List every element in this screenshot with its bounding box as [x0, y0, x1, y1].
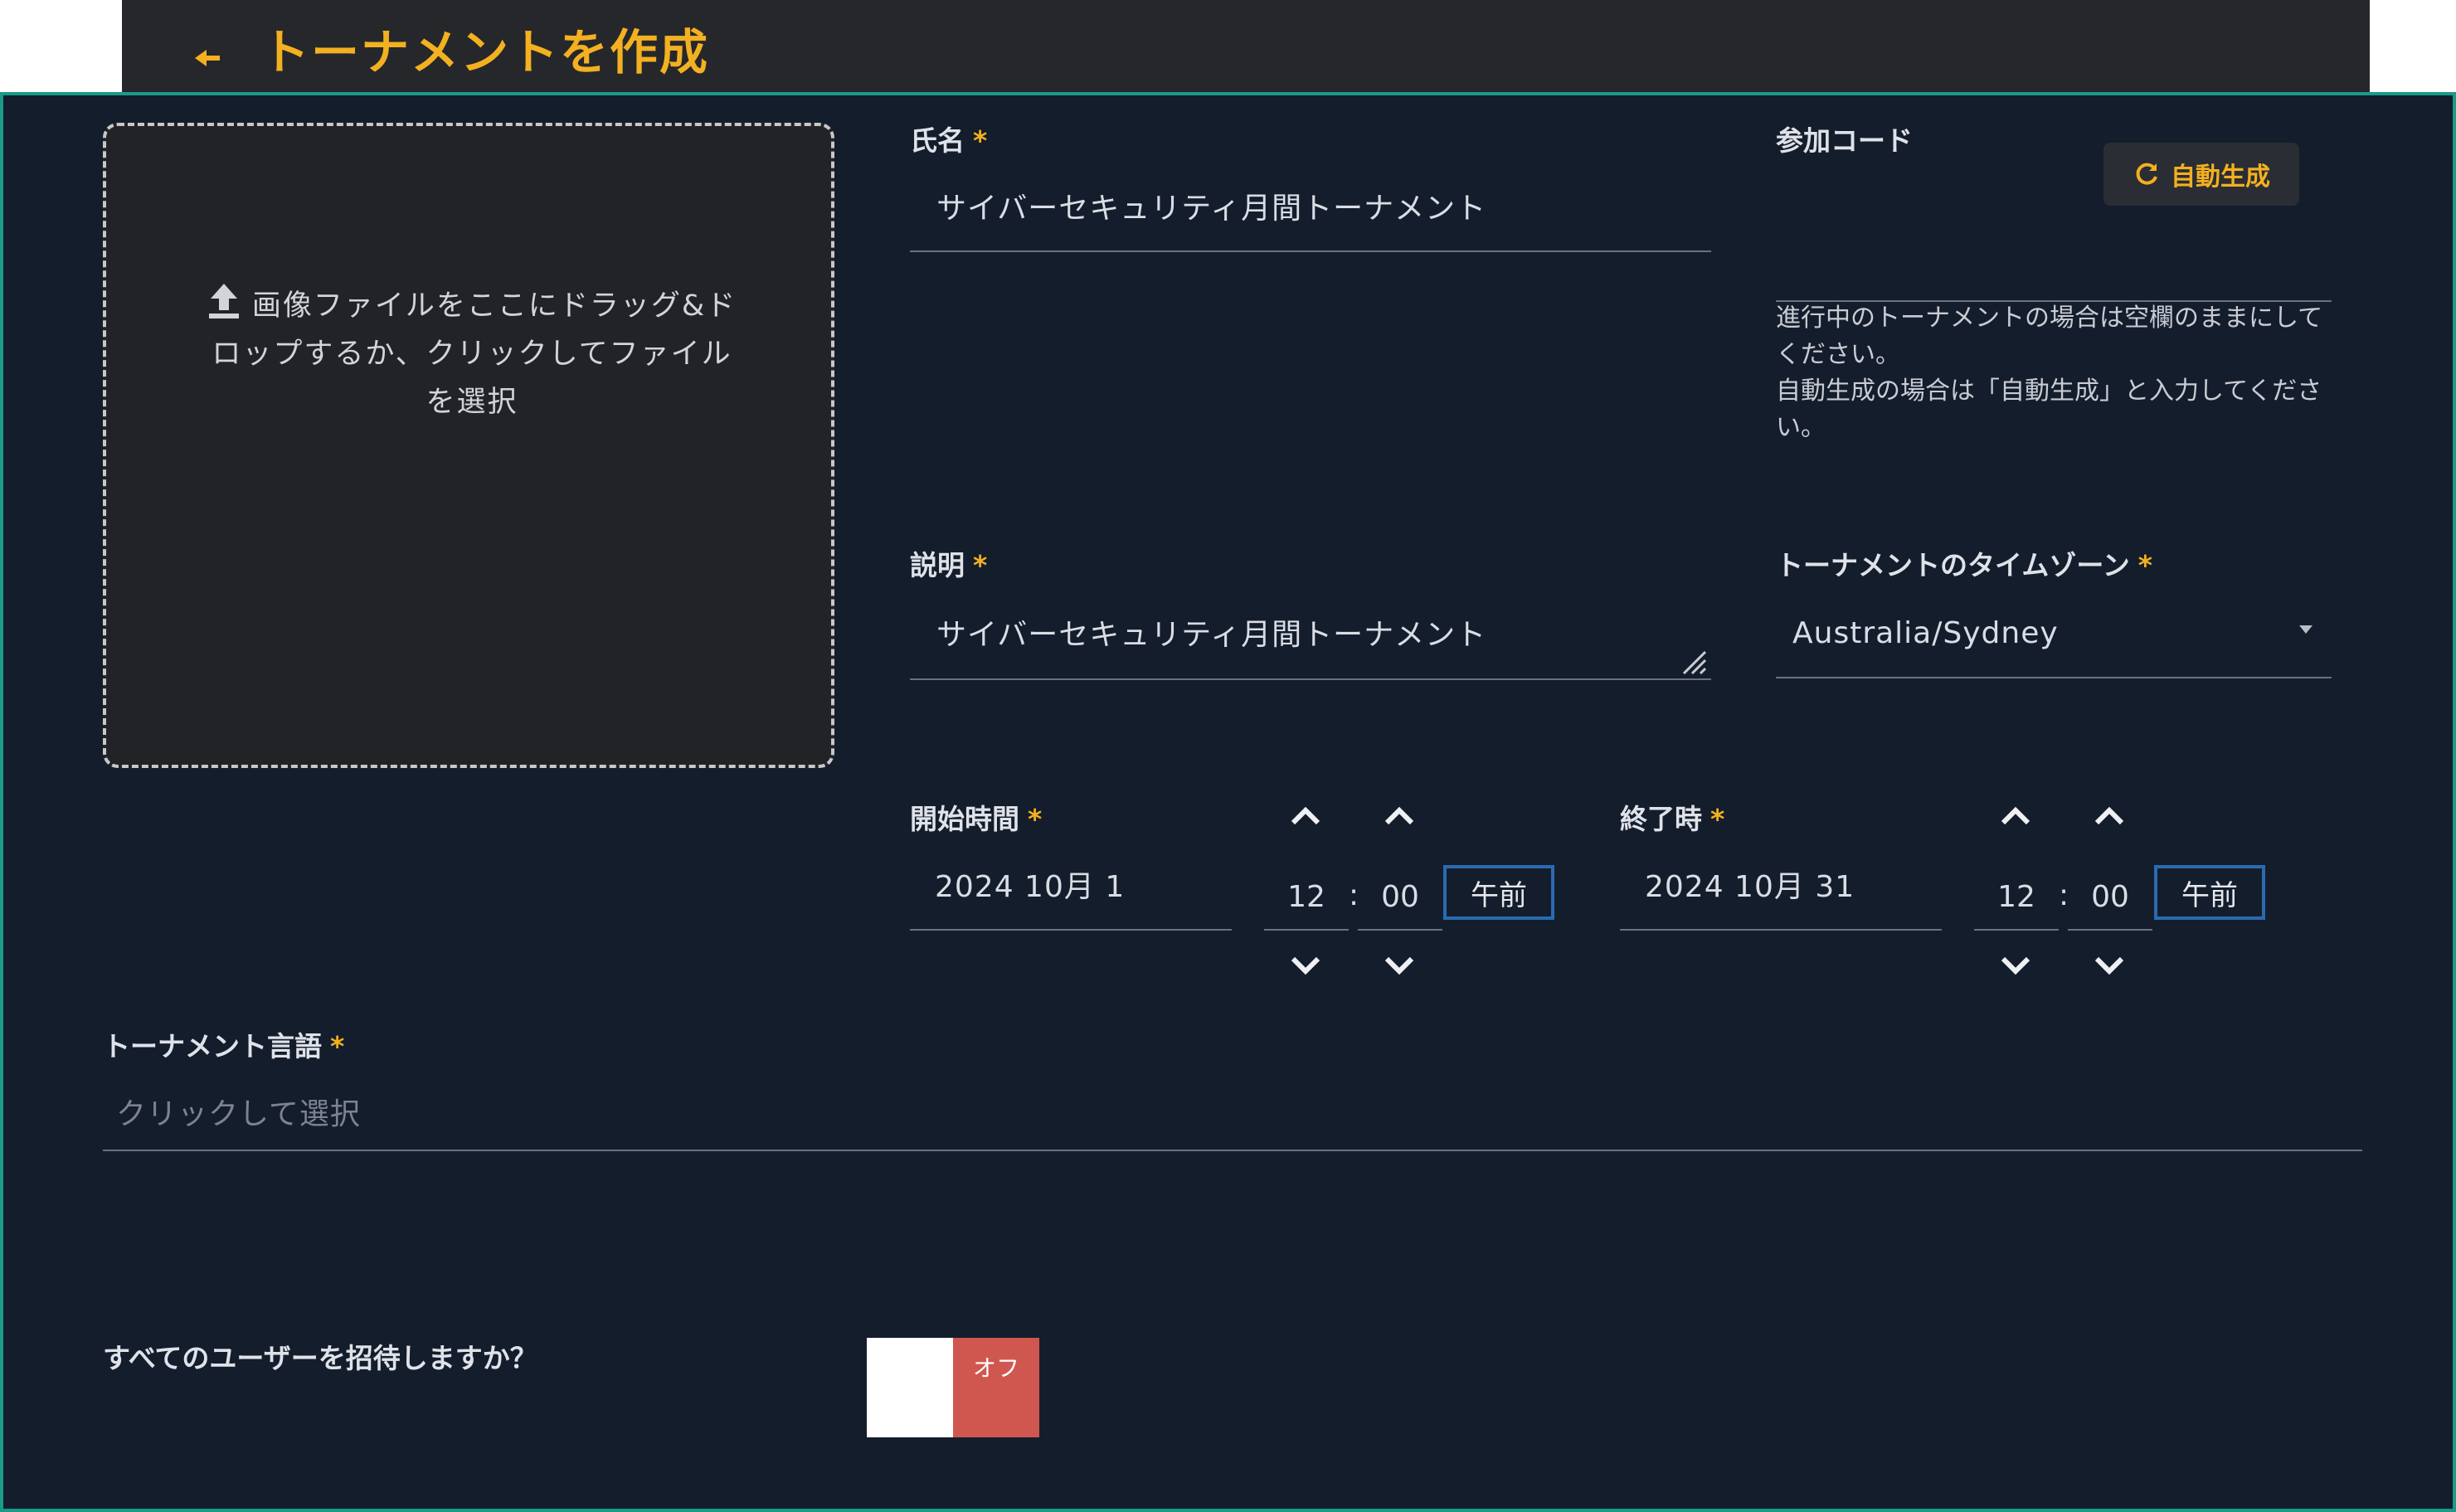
- end-label-text: 終了時: [1620, 803, 1702, 835]
- toggle-off-label: オフ: [953, 1338, 1039, 1437]
- required-mark: *: [2137, 549, 2152, 581]
- start-minute-down-icon[interactable]: [1379, 950, 1420, 980]
- image-dropzone[interactable]: 画像ファイルをここにドラッグ&ドロップするか、クリックしてファイルを選択: [103, 123, 834, 768]
- join-code-hint-line2: 自動生成の場合は「自動生成」と入力してください。: [1776, 377, 2322, 442]
- description-label-text: 説明: [910, 549, 965, 581]
- invite-label: すべてのユーザーを招待しますか？: [103, 1342, 537, 1374]
- end-label: 終了時 *: [1620, 803, 1724, 836]
- end-minute-down-icon[interactable]: [2089, 950, 2130, 980]
- end-hour-up-icon[interactable]: [1995, 801, 2036, 831]
- start-hour-value: 12: [1287, 880, 1325, 914]
- start-minute-up-icon[interactable]: [1379, 801, 1420, 831]
- language-placeholder: クリックして選択: [116, 1097, 361, 1131]
- start-ampm-toggle[interactable]: 午前: [1443, 865, 1554, 920]
- start-label: 開始時間 *: [910, 803, 1042, 836]
- toggle-knob: [867, 1338, 953, 1437]
- start-minute-field[interactable]: 00: [1358, 863, 1442, 931]
- dropzone-text-wrap: 画像ファイルをここにドラッグ&ドロップするか、クリックしてファイルを選択: [206, 282, 738, 426]
- start-date-value: 2024 10月 1: [935, 870, 1126, 904]
- end-date-field[interactable]: 2024 10月 31: [1620, 846, 1942, 931]
- required-mark: *: [973, 549, 988, 581]
- description-field[interactable]: サイバーセキュリティ月間トーナメント: [910, 596, 1711, 680]
- page-title: トーナメントを作成: [261, 24, 710, 80]
- upload-icon: [208, 284, 239, 318]
- auto-generate-label: 自動生成: [2171, 163, 2270, 192]
- name-field[interactable]: サイバーセキュリティ月間トーナメント: [910, 171, 1711, 252]
- name-value: サイバーセキュリティ月間トーナメント: [936, 192, 1487, 226]
- header-bar: トーナメントを作成: [122, 0, 2370, 92]
- required-mark: *: [1710, 803, 1725, 835]
- timezone-value: Australia/Sydney: [1792, 616, 2059, 650]
- language-label-text: トーナメント言語: [103, 1030, 322, 1062]
- timezone-label: トーナメントのタイムゾーン *: [1776, 549, 2152, 582]
- end-minute-field[interactable]: 00: [2068, 863, 2152, 931]
- join-code-field[interactable]: [1776, 224, 2332, 302]
- end-minute-value: 00: [2091, 880, 2129, 914]
- start-minute-value: 00: [1381, 880, 1419, 914]
- language-label: トーナメント言語 *: [103, 1030, 344, 1063]
- end-date-value: 2024 10月 31: [1645, 870, 1855, 904]
- end-hour-value: 12: [1997, 880, 2035, 914]
- language-select[interactable]: クリックして選択: [103, 1078, 2362, 1151]
- invite-toggle[interactable]: オフ: [867, 1338, 1039, 1437]
- start-hour-field[interactable]: 12: [1264, 863, 1349, 931]
- join-code-hint: 進行中のトーナメントの場合は空欄のままにしてください。 自動生成の場合は「自動生…: [1776, 300, 2340, 446]
- start-hour-down-icon[interactable]: [1285, 950, 1326, 980]
- resize-handle-icon[interactable]: [1680, 649, 1709, 677]
- start-hour-up-icon[interactable]: [1285, 801, 1326, 831]
- name-label: 氏名 *: [910, 124, 987, 158]
- timezone-label-text: トーナメントのタイムゾーン: [1776, 549, 2130, 581]
- required-mark: *: [330, 1030, 345, 1062]
- description-label: 説明 *: [910, 549, 987, 582]
- start-label-text: 開始時間: [910, 803, 1019, 835]
- join-code-label: 参加コード: [1776, 124, 1913, 157]
- refresh-icon: [2136, 163, 2157, 185]
- chevron-down-icon[interactable]: [2296, 620, 2316, 637]
- required-mark: *: [1028, 803, 1043, 835]
- description-value: サイバーセキュリティ月間トーナメント: [936, 618, 1487, 652]
- end-hour-field[interactable]: 12: [1974, 863, 2059, 931]
- back-arrow-icon[interactable]: [188, 41, 225, 75]
- timezone-select[interactable]: Australia/Sydney: [1776, 596, 2332, 678]
- end-ampm-toggle[interactable]: 午前: [2154, 865, 2265, 920]
- name-label-text: 氏名: [910, 124, 965, 157]
- required-mark: *: [973, 124, 988, 157]
- join-code-hint-line1: 進行中のトーナメントの場合は空欄のままにしてください。: [1776, 304, 2323, 369]
- dropzone-text: 画像ファイルをここにドラッグ&ドロップするか、クリックしてファイルを選択: [212, 289, 737, 419]
- end-minute-up-icon[interactable]: [2089, 801, 2130, 831]
- start-date-field[interactable]: 2024 10月 1: [910, 846, 1232, 931]
- end-hour-down-icon[interactable]: [1995, 950, 2036, 980]
- auto-generate-button[interactable]: 自動生成: [2103, 143, 2299, 206]
